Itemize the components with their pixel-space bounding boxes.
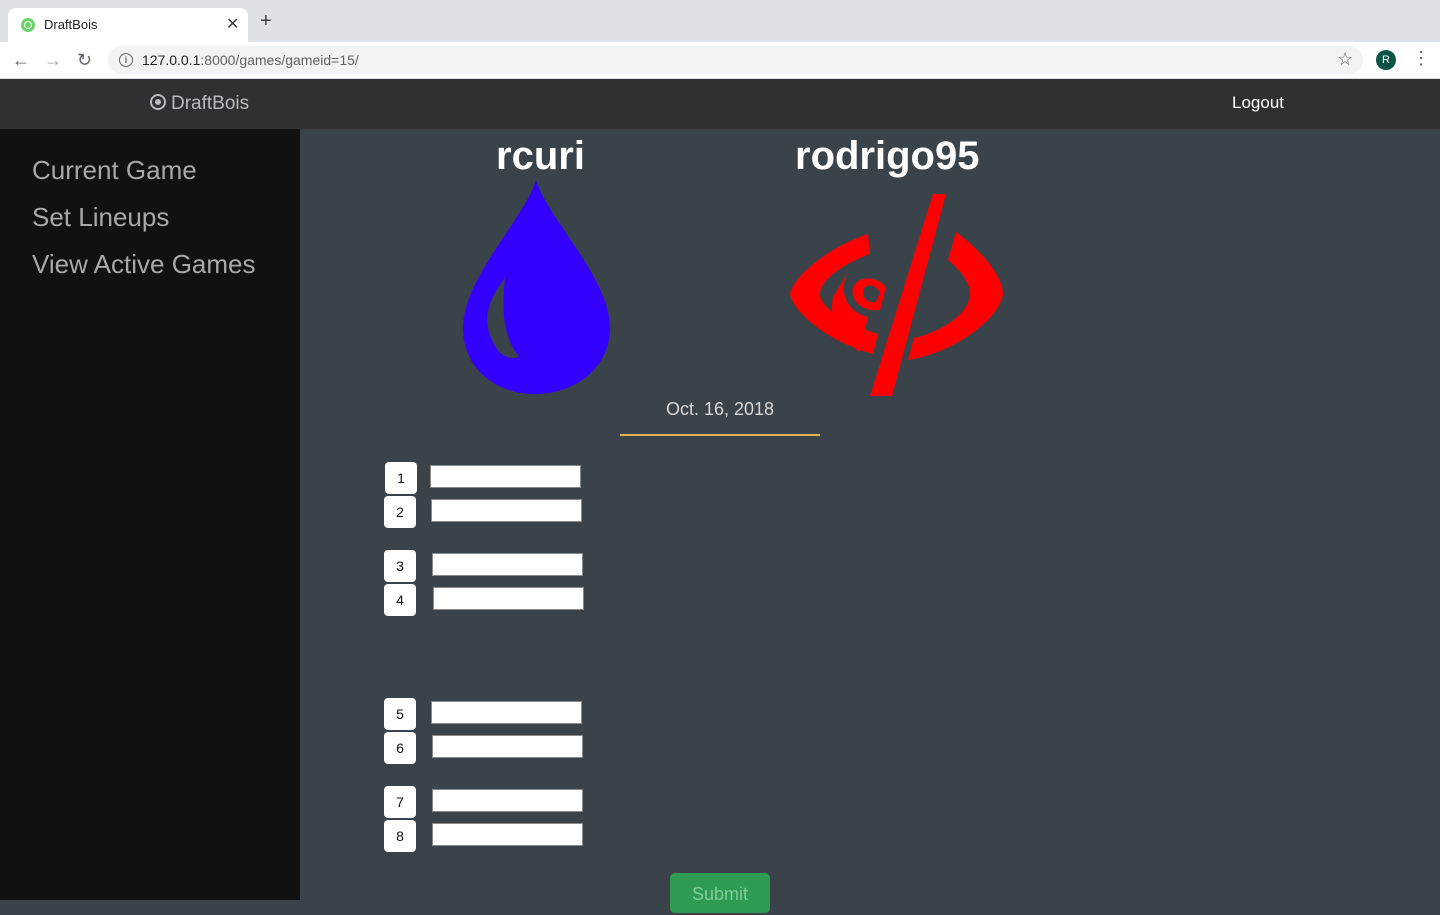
close-tab-icon[interactable]: ✕ [226,14,239,34]
water-drop-icon [463,180,610,394]
slot-number-6: 6 [384,732,416,764]
app-header: DraftBois Logout [0,79,1440,129]
submit-button[interactable]: Submit [670,873,770,913]
date-divider [620,434,820,436]
address-bar[interactable]: i 127.0.0.1:8000/games/gameid=15/ [108,46,1363,74]
slot-input-1[interactable] [430,465,581,488]
forward-icon[interactable]: → [44,50,62,70]
favicon-icon [21,18,35,32]
slot-number-8: 8 [384,820,416,852]
browser-toolbar: ← → ↻ i 127.0.0.1:8000/games/gameid=15/ … [0,42,1440,79]
browser-tab-bar: DraftBois ✕ + [0,0,1440,42]
slot-number-1: 1 [385,462,417,494]
bookmark-star-icon[interactable]: ☆ [1337,49,1353,69]
slot-input-6[interactable] [432,735,583,758]
back-icon[interactable]: ← [12,50,30,70]
slot-number-2: 2 [384,496,416,528]
sidebar-item-view-active-games[interactable]: View Active Games [32,249,256,280]
slot-input-4[interactable] [433,587,584,610]
red-eye-slash-icon [790,194,1003,396]
logout-link[interactable]: Logout [1232,93,1284,113]
slot-number-4: 4 [384,584,416,616]
brand-target-icon [150,94,166,110]
sidebar-item-current-game[interactable]: Current Game [32,155,197,186]
slot-number-7: 7 [384,786,416,818]
slot-number-5: 5 [384,698,416,730]
game-date: Oct. 16, 2018 [665,399,775,419]
profile-avatar[interactable]: R [1376,50,1396,70]
brand-label: DraftBois [171,93,250,114]
url-text: 127.0.0.1:8000/games/gameid=15/ [142,52,359,68]
new-tab-icon[interactable]: + [260,11,272,31]
info-icon[interactable]: i [119,53,133,67]
slot-input-7[interactable] [432,789,583,812]
slot-input-8[interactable] [432,823,583,846]
player-two-name: rodrigo95 [795,134,980,178]
brand-link[interactable]: DraftBois [150,93,249,115]
sidebar-item-set-lineups[interactable]: Set Lineups [32,202,169,233]
slot-input-2[interactable] [431,499,582,522]
player-one-name: rcuri [496,134,585,178]
slot-input-3[interactable] [432,553,583,576]
slot-input-5[interactable] [431,701,582,724]
sidebar: Current Game Set Lineups View Active Gam… [0,129,300,900]
tab-title: DraftBois [44,17,98,32]
slot-number-3: 3 [384,550,416,582]
browser-tab[interactable]: DraftBois ✕ [8,8,248,42]
menu-kebab-icon[interactable]: ⋮ [1412,48,1430,68]
reload-icon[interactable]: ↻ [77,50,92,70]
